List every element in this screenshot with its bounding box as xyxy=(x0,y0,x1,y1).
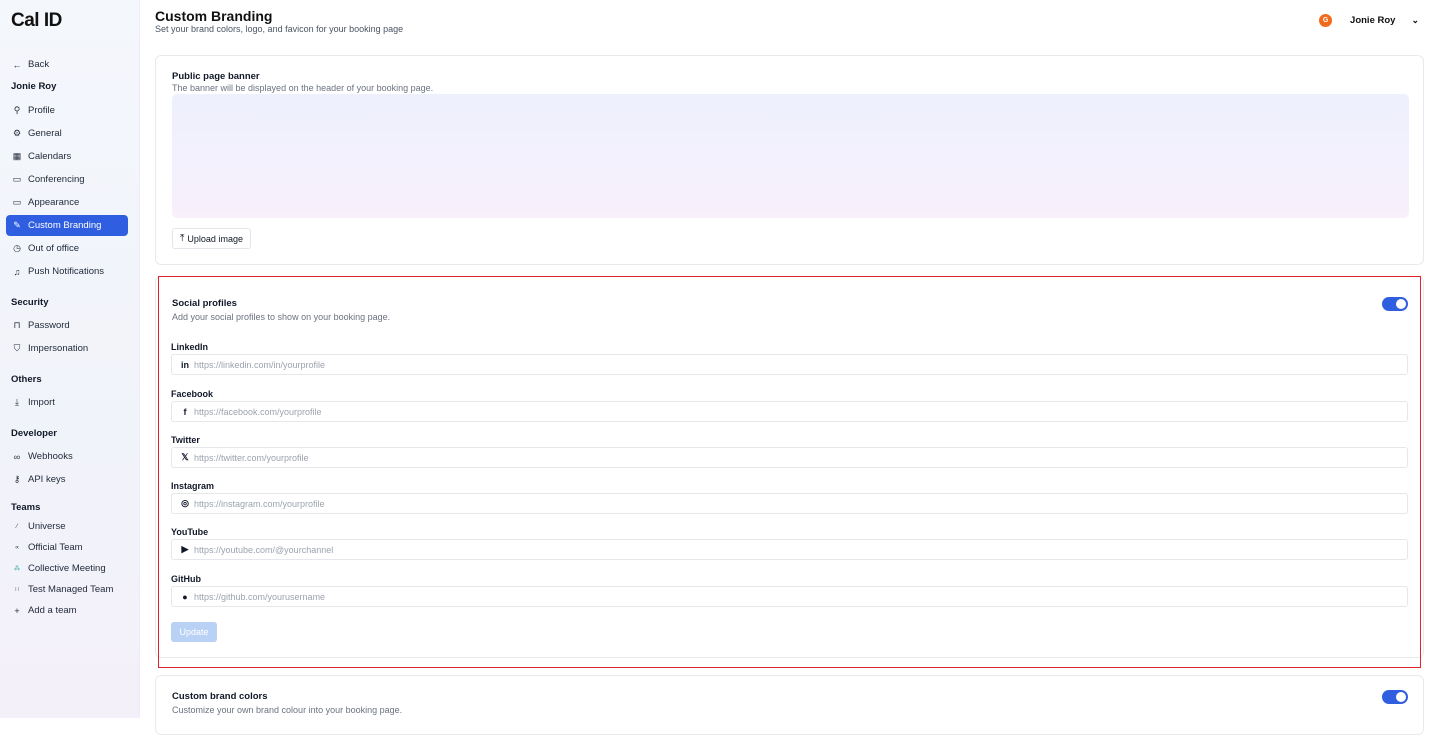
sidebar-item-label: API keys xyxy=(28,474,66,485)
banner-title: Public page banner xyxy=(172,71,260,82)
page-title: Custom Branding xyxy=(155,8,273,24)
sidebar-item-label: Add a team xyxy=(28,605,77,616)
team-logo-icon: ∝ xyxy=(14,545,20,551)
sidebar-item-calendars[interactable]: ▦ Calendars xyxy=(6,146,128,167)
security-heading: Security xyxy=(11,297,49,308)
brand-colors-description: Customize your own brand colour into you… xyxy=(172,705,403,715)
sidebar-item-team-test-managed[interactable]: ∷ Test Managed Team xyxy=(6,579,128,600)
page-subtitle: Set your brand colors, logo, and favicon… xyxy=(155,24,404,34)
sidebar-item-label: Official Team xyxy=(28,542,83,553)
sidebar-item-label: Test Managed Team xyxy=(28,584,114,595)
sidebar-user-name: Jonie Roy xyxy=(11,81,57,92)
sidebar-item-profile[interactable]: ⚲ Profile xyxy=(6,100,128,121)
sidebar-item-label: Conferencing xyxy=(28,174,85,185)
sidebar-item-label: Custom Branding xyxy=(28,220,102,231)
bell-icon: ♫ xyxy=(13,266,21,277)
sidebar-item-api-keys[interactable]: ⚷ API keys xyxy=(6,469,128,490)
sidebar-item-custom-branding[interactable]: ✎ Custom Branding xyxy=(6,215,128,236)
sidebar-item-team-official[interactable]: ∝ Official Team xyxy=(6,537,128,558)
team-logo-icon: ⁄ xyxy=(16,523,18,530)
sidebar-item-appearance[interactable]: ▭ Appearance xyxy=(6,192,128,213)
sidebar-item-label: Calendars xyxy=(28,151,72,162)
key-icon: ⚷ xyxy=(13,474,21,484)
sidebar-item-label: Collective Meeting xyxy=(28,563,106,574)
webhook-icon: ∞ xyxy=(13,451,21,462)
brand-colors-toggle[interactable] xyxy=(1382,690,1408,704)
chevron-down-icon: ⌄ xyxy=(1411,15,1419,25)
arrow-left-icon: ← xyxy=(12,59,22,70)
back-label: Back xyxy=(28,59,50,70)
sidebar-item-team-collective[interactable]: ⁂ Collective Meeting xyxy=(6,558,128,579)
sidebar-item-team-universe[interactable]: ⁄ Universe xyxy=(6,516,128,537)
brush-icon: ✎ xyxy=(13,220,21,230)
lock-icon: ⊓ xyxy=(13,320,21,330)
upload-image-label: Upload image xyxy=(187,233,243,244)
sidebar-item-webhooks[interactable]: ∞ Webhooks xyxy=(6,446,128,467)
user-name: Jonie Roy xyxy=(1350,15,1396,26)
sidebar-item-label: Profile xyxy=(28,105,55,116)
sidebar-item-label: Out of office xyxy=(28,243,80,254)
banner-preview[interactable] xyxy=(172,94,1409,218)
sidebar-item-label: Universe xyxy=(28,521,66,532)
user-menu[interactable]: G Jonie Roy ⌄ xyxy=(1319,14,1419,27)
sidebar-item-label: Impersonation xyxy=(28,343,89,354)
add-team-button[interactable]: + Add a team xyxy=(6,600,128,621)
video-icon: ▭ xyxy=(12,174,22,184)
sidebar-item-out-of-office[interactable]: ◷ Out of office xyxy=(6,238,128,259)
sidebar-item-password[interactable]: ⊓ Password xyxy=(6,315,128,336)
app-logo[interactable]: Cal ID xyxy=(11,10,62,32)
calendar-icon: ▦ xyxy=(12,151,22,161)
team-logo-icon: ⁂ xyxy=(14,566,20,572)
download-icon: ⤓ xyxy=(15,397,19,407)
teams-heading: Teams xyxy=(11,502,41,513)
shield-icon: ⛉ xyxy=(13,343,21,353)
sidebar-item-label: General xyxy=(28,128,62,139)
user-icon: ⚲ xyxy=(13,105,21,115)
gear-icon: ⚙ xyxy=(12,128,22,138)
banner-description: The banner will be displayed on the head… xyxy=(172,83,434,93)
sidebar-item-label: Import xyxy=(28,397,55,408)
others-heading: Others xyxy=(11,374,42,385)
sidebar-item-label: Password xyxy=(28,320,70,331)
monitor-icon: ▭ xyxy=(12,197,22,207)
sidebar-item-label: Push Notifications xyxy=(28,266,105,277)
avatar: G xyxy=(1319,14,1333,27)
highlight-frame xyxy=(158,276,1421,668)
sidebar-item-import[interactable]: ⤓ Import xyxy=(6,392,128,413)
back-link[interactable]: ← Back xyxy=(6,54,128,75)
developer-heading: Developer xyxy=(11,428,57,439)
upload-icon: ⤒ xyxy=(180,233,185,244)
brand-colors-card: Custom brand colors Customize your own b… xyxy=(155,675,1424,735)
sidebar: Cal ID ← Back Jonie Roy ⚲ Profile ⚙ Gene… xyxy=(0,0,140,718)
sidebar-item-impersonation[interactable]: ⛉ Impersonation xyxy=(6,338,128,359)
plus-icon: + xyxy=(14,605,20,616)
banner-card: Public page banner The banner will be di… xyxy=(155,55,1424,265)
brand-colors-title: Custom brand colors xyxy=(172,691,268,702)
team-logo-icon: ∷ xyxy=(15,587,19,593)
sidebar-item-label: Appearance xyxy=(28,197,80,208)
sidebar-item-label: Webhooks xyxy=(28,451,73,462)
sidebar-item-push-notifications[interactable]: ♫ Push Notifications xyxy=(6,261,128,282)
clock-icon: ◷ xyxy=(13,243,21,253)
upload-image-button[interactable]: ⤒ Upload image xyxy=(172,228,251,249)
sidebar-item-general[interactable]: ⚙ General xyxy=(6,123,128,144)
sidebar-item-conferencing[interactable]: ▭ Conferencing xyxy=(6,169,128,190)
